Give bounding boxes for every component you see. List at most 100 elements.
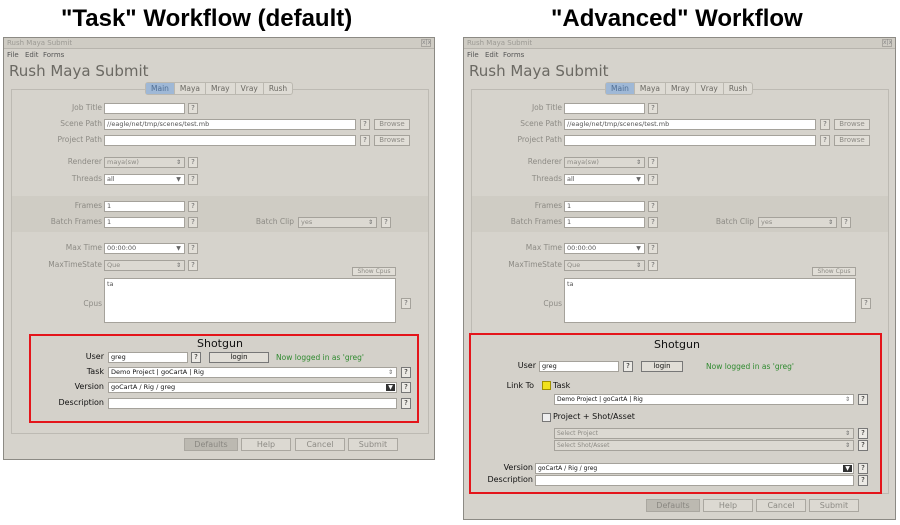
max-time-help-button[interactable]: ? [648,243,658,254]
threads-select[interactable]: all ▼ [104,174,185,185]
max-time-state-select[interactable]: Que ⇕ [564,260,645,271]
login-button[interactable]: login [641,361,683,372]
batch-frames-input[interactable]: 1 [104,217,185,228]
max-time-help-button[interactable]: ? [188,243,198,254]
close-button[interactable]: x|x [421,39,431,47]
scene-path-help-button[interactable]: ? [360,119,370,130]
cancel-button[interactable]: Cancel [756,499,806,512]
tab-mray[interactable]: Mray [206,83,236,94]
scene-path-browse-button[interactable]: Browse [834,119,870,130]
max-time-state-help-button[interactable]: ? [648,260,658,271]
batch-frames-input[interactable]: 1 [564,217,645,228]
job-title-input[interactable] [104,103,185,114]
user-help-button[interactable]: ? [191,352,201,363]
job-title-input[interactable] [564,103,645,114]
batch-clip-select[interactable]: yes ⇕ [758,217,837,228]
threads-help-button[interactable]: ? [648,174,658,185]
help-button[interactable]: Help [703,499,753,512]
cpus-help-button[interactable]: ? [861,298,871,309]
task-link-checkbox[interactable] [542,381,551,390]
renderer-help-button[interactable]: ? [188,157,198,168]
close-button[interactable]: x|x [882,39,892,47]
menu-forms[interactable]: Forms [503,51,524,59]
max-time-input[interactable]: 00:00:00 ▼ [104,243,185,254]
description-help-button[interactable]: ? [401,398,411,409]
batch-clip-help-button[interactable]: ? [381,217,391,228]
frames-help-button[interactable]: ? [188,201,198,212]
version-help-button[interactable]: ? [858,463,868,474]
project-path-browse-button[interactable]: Browse [834,135,870,146]
renderer-select[interactable]: maya(sw) ⇕ [104,157,185,168]
menu-file[interactable]: File [467,51,479,59]
menu-forms[interactable]: Forms [43,51,64,59]
job-title-help-button[interactable]: ? [188,103,198,114]
description-input[interactable] [535,475,854,486]
project-path-help-button[interactable]: ? [820,135,830,146]
cpus-textarea[interactable]: ta [564,278,856,323]
tab-main[interactable]: Main [146,83,175,94]
submit-button[interactable]: Submit [348,438,398,451]
max-time-state-help-button[interactable]: ? [188,260,198,271]
task-select[interactable]: Demo Project | goCartA | Rig ⇕ [108,367,397,378]
description-input[interactable] [108,398,397,409]
defaults-button[interactable]: Defaults [646,499,700,512]
max-time-input[interactable]: 00:00:00 ▼ [564,243,645,254]
tab-vray[interactable]: Vray [236,83,264,94]
scene-path-help-button[interactable]: ? [820,119,830,130]
show-cpus-button[interactable]: Show Cpus [812,267,856,276]
cpus-textarea[interactable]: ta [104,278,396,323]
frames-help-button[interactable]: ? [648,201,658,212]
project-path-browse-button[interactable]: Browse [374,135,410,146]
select-shot-help-button[interactable]: ? [858,440,868,451]
task-select[interactable]: Demo Project | goCartA | Rig ⇕ [554,394,854,405]
project-path-help-button[interactable]: ? [360,135,370,146]
scene-path-input[interactable]: //eagle/net/tmp/scenes/test.mb [104,119,356,130]
select-shot-dropdown[interactable]: Select Shot/Asset ⇕ [554,440,854,451]
show-cpus-button[interactable]: Show Cpus [352,267,396,276]
submit-button[interactable]: Submit [809,499,859,512]
task-help-button[interactable]: ? [401,367,411,378]
tab-mray[interactable]: Mray [666,83,696,94]
version-help-button[interactable]: ? [401,382,411,393]
defaults-button[interactable]: Defaults [184,438,238,451]
tab-rush[interactable]: Rush [264,83,292,94]
max-time-state-select[interactable]: Que ⇕ [104,260,185,271]
frames-input[interactable]: 1 [564,201,645,212]
version-select[interactable]: goCartA / Rig / greg ▼ [535,463,854,474]
menu-file[interactable]: File [7,51,19,59]
project-shot-checkbox[interactable] [542,413,551,422]
threads-help-button[interactable]: ? [188,174,198,185]
cancel-button[interactable]: Cancel [295,438,345,451]
select-project-help-button[interactable]: ? [858,428,868,439]
batch-frames-help-button[interactable]: ? [648,217,658,228]
help-button[interactable]: Help [241,438,291,451]
menu-edit[interactable]: Edit [485,51,499,59]
threads-select[interactable]: all ▼ [564,174,645,185]
frames-input[interactable]: 1 [104,201,185,212]
menu-edit[interactable]: Edit [25,51,39,59]
scene-path-input[interactable]: //eagle/net/tmp/scenes/test.mb [564,119,816,130]
tab-rush[interactable]: Rush [724,83,752,94]
version-select[interactable]: goCartA / Rig / greg ▼ [108,382,397,393]
tab-main[interactable]: Main [606,83,635,94]
job-title-help-button[interactable]: ? [648,103,658,114]
task-help-button[interactable]: ? [858,394,868,405]
user-input[interactable]: greg [108,352,188,363]
scene-path-browse-button[interactable]: Browse [374,119,410,130]
tab-maya[interactable]: Maya [175,83,207,94]
batch-clip-help-button[interactable]: ? [841,217,851,228]
batch-frames-help-button[interactable]: ? [188,217,198,228]
batch-clip-select[interactable]: yes ⇕ [298,217,377,228]
project-path-input[interactable] [104,135,356,146]
tab-vray[interactable]: Vray [696,83,724,94]
renderer-help-button[interactable]: ? [648,157,658,168]
login-button[interactable]: login [209,352,269,363]
tab-maya[interactable]: Maya [635,83,667,94]
user-help-button[interactable]: ? [623,361,633,372]
renderer-select[interactable]: maya(sw) ⇕ [564,157,645,168]
user-input[interactable]: greg [539,361,619,372]
description-help-button[interactable]: ? [858,475,868,486]
project-path-input[interactable] [564,135,816,146]
select-project-dropdown[interactable]: Select Project ⇕ [554,428,854,439]
cpus-help-button[interactable]: ? [401,298,411,309]
